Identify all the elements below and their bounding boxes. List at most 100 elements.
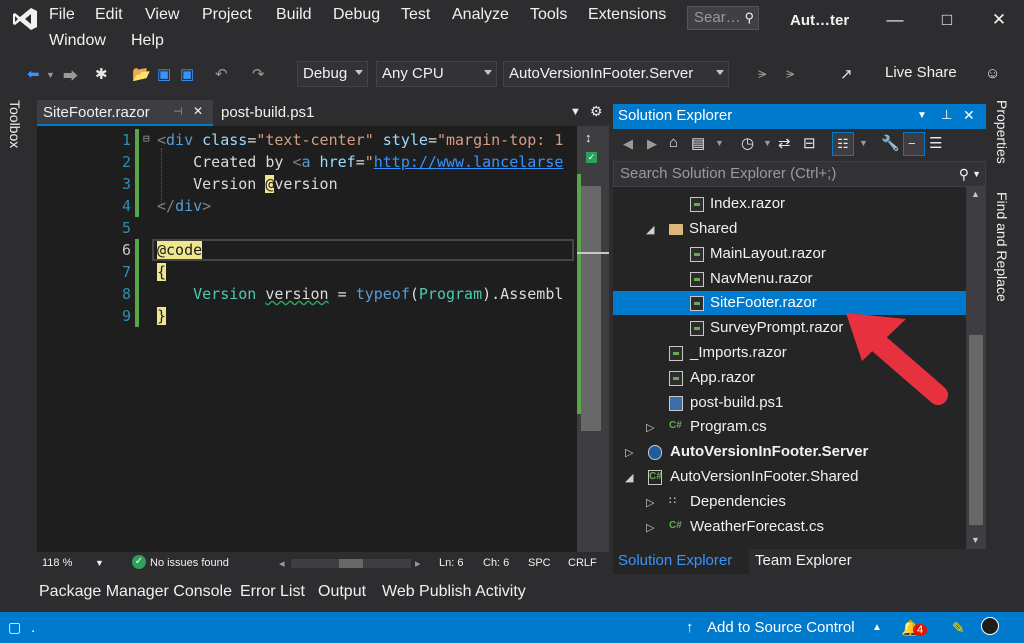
source-control-up-icon[interactable]: ▲ [872, 622, 882, 633]
tree-item-program-cs[interactable]: ▷ C# Program.cs [613, 415, 966, 439]
open-file-icon[interactable]: 📂 [132, 65, 151, 83]
scroll-up-icon[interactable]: ▲ [971, 189, 980, 199]
collapse-all-icon[interactable]: ⊟ [803, 134, 816, 152]
save-all-icon[interactable]: ▣ [180, 65, 194, 83]
solution-configuration-select[interactable]: Debug [297, 61, 368, 87]
expanded-arrow-icon[interactable]: ◢ [625, 471, 633, 484]
feedback-pen-icon[interactable]: ✎ [952, 619, 965, 637]
tree-item-server-project[interactable]: ▷ AutoVersionInFooter.Server [613, 440, 966, 464]
solution-platform-select[interactable]: Any CPU [376, 61, 497, 87]
menu-view[interactable]: View [145, 6, 179, 24]
sync-icon[interactable]: ⇄ [778, 134, 791, 152]
zoom-dropdown-icon[interactable]: ▼ [95, 558, 104, 568]
tree-item-shared-project[interactable]: ◢ C# AutoVersionInFooter.Shared [613, 465, 966, 489]
scrollbar-thumb[interactable] [581, 186, 601, 431]
properties-wrench-icon[interactable]: 🔧 [881, 134, 900, 152]
scroll-down-icon[interactable]: ▼ [971, 535, 980, 545]
gear-icon[interactable]: ⚙ [590, 103, 603, 120]
window-position-dropdown-icon[interactable]: ▼ [917, 110, 927, 121]
split-window-icon[interactable]: ↕ [585, 130, 592, 145]
startup-project-select[interactable]: AutoVersionInFooter.Server [503, 61, 729, 87]
menu-debug[interactable]: Debug [333, 6, 380, 24]
issues-status[interactable]: No issues found [150, 557, 229, 569]
maximize-button[interactable]: □ [932, 6, 962, 34]
home-icon[interactable]: ⌂ [669, 134, 678, 151]
global-search-box[interactable]: Sear… ⚲ [687, 6, 759, 30]
scroll-left-icon[interactable]: ◂ [279, 557, 285, 570]
tree-item-mainlayout-razor[interactable]: MainLayout.razor [613, 242, 966, 266]
close-button[interactable]: ✕ [984, 6, 1014, 34]
pin-icon[interactable]: ⊣ [173, 105, 183, 118]
save-icon[interactable]: ▣ [157, 65, 171, 83]
feedback-icon[interactable]: ☺ [985, 65, 1000, 82]
switch-views-dropdown-icon[interactable]: ▼ [715, 138, 724, 148]
expanded-arrow-icon[interactable]: ◢ [646, 223, 654, 236]
pending-changes-filter-icon[interactable]: ◷ [741, 134, 754, 152]
tab-error-list[interactable]: Error List [240, 583, 305, 601]
class-diagram-icon[interactable]: ☰ [929, 134, 942, 152]
zoom-level[interactable]: 118 % [42, 557, 72, 569]
undo-icon[interactable]: ↶ [215, 65, 228, 83]
new-project-icon[interactable]: ✱ [95, 65, 108, 83]
scroll-right-icon[interactable]: ▸ [415, 557, 421, 570]
tab-package-manager-console[interactable]: Package Manager Console [39, 583, 232, 601]
live-share-button[interactable]: Live Share [885, 64, 957, 81]
add-to-source-control-button[interactable]: Add to Source Control [707, 619, 855, 636]
filter-dropdown-icon[interactable]: ▼ [763, 138, 772, 148]
collapse-outline-icon[interactable]: ⊟ [143, 132, 150, 145]
tree-item-shared-folder[interactable]: ◢ Shared [613, 217, 966, 241]
menu-help[interactable]: Help [131, 32, 164, 50]
search-icon[interactable]: ⚲ [959, 166, 969, 183]
preview-selected-button[interactable]: − [903, 132, 925, 156]
collapsed-arrow-icon[interactable]: ▷ [646, 421, 654, 434]
properties-tab[interactable]: Properties [994, 100, 1010, 164]
show-all-files-button[interactable]: ☷ [832, 132, 854, 156]
tree-item-index-razor[interactable]: Index.razor [613, 192, 966, 216]
close-icon[interactable]: ✕ [963, 107, 975, 124]
forward-icon[interactable]: ▶ [647, 136, 657, 152]
redo-icon[interactable]: ↷ [252, 65, 265, 83]
solution-explorer-scrollbar-thumb[interactable] [969, 335, 983, 525]
tab-web-publish-activity[interactable]: Web Publish Activity [382, 583, 526, 601]
back-dropdown-icon[interactable]: ▼ [46, 70, 55, 80]
horizontal-scrollbar[interactable] [291, 559, 411, 568]
navigate-back-icon[interactable]: ⬅ [27, 65, 40, 83]
live-share-icon[interactable]: ↗ [840, 65, 853, 83]
menu-extensions[interactable]: Extensions [588, 6, 666, 24]
menu-file[interactable]: File [49, 6, 75, 24]
menu-window[interactable]: Window [49, 32, 106, 50]
solution-explorer-search-input[interactable]: Search Solution Explorer (Ctrl+;) ⚲ ▼ [613, 161, 986, 187]
tab-team-explorer[interactable]: Team Explorer [750, 549, 857, 574]
find-and-replace-tab[interactable]: Find and Replace [994, 192, 1010, 302]
account-avatar[interactable] [981, 617, 999, 635]
navigate-forward-icon[interactable]: ⮕ [63, 65, 78, 86]
tab-solution-explorer[interactable]: Solution Explorer [613, 549, 749, 574]
menu-build[interactable]: Build [276, 6, 312, 24]
tab-output[interactable]: Output [318, 583, 366, 601]
collapsed-arrow-icon[interactable]: ▷ [646, 496, 654, 509]
search-options-dropdown-icon[interactable]: ▼ [972, 169, 981, 179]
switch-views-icon[interactable]: ▤ [691, 134, 705, 152]
collapsed-arrow-icon[interactable]: ▷ [625, 446, 633, 459]
code-editor[interactable]: 1 2 3 4 5 6 7 8 9 ⊟ <div class="text-cen… [37, 126, 577, 552]
view-dropdown-icon[interactable]: ▼ [859, 138, 868, 148]
tab-sitefooter-razor[interactable]: SiteFooter.razor ⊣ ✕ [37, 100, 213, 126]
tree-item-weatherforecast-cs[interactable]: ▷ C# WeatherForecast.cs [613, 515, 966, 539]
back-icon[interactable]: ◀ [623, 136, 633, 152]
tab-list-dropdown-icon[interactable]: ▼ [570, 106, 581, 118]
menu-tools[interactable]: Tools [530, 6, 567, 24]
editor-vertical-scrollbar[interactable]: ↕ ✓ [577, 126, 609, 552]
close-tab-icon[interactable]: ✕ [193, 104, 203, 118]
menu-test[interactable]: Test [401, 6, 430, 24]
tree-item-navmenu-razor[interactable]: NavMenu.razor [613, 267, 966, 291]
collapsed-arrow-icon[interactable]: ▷ [646, 521, 654, 534]
minimize-button[interactable]: — [880, 6, 910, 34]
horizontal-scrollbar-thumb[interactable] [339, 559, 363, 568]
menu-edit[interactable]: Edit [95, 6, 123, 24]
menu-analyze[interactable]: Analyze [452, 6, 509, 24]
tree-item-dependencies[interactable]: ▷ ∷ Dependencies [613, 490, 966, 514]
toolbox-tab[interactable]: Toolbox [7, 100, 23, 148]
menu-project[interactable]: Project [202, 6, 252, 24]
pin-icon[interactable]: ⊥ [941, 107, 952, 123]
tab-post-build-ps1[interactable]: post-build.ps1 [215, 100, 365, 126]
